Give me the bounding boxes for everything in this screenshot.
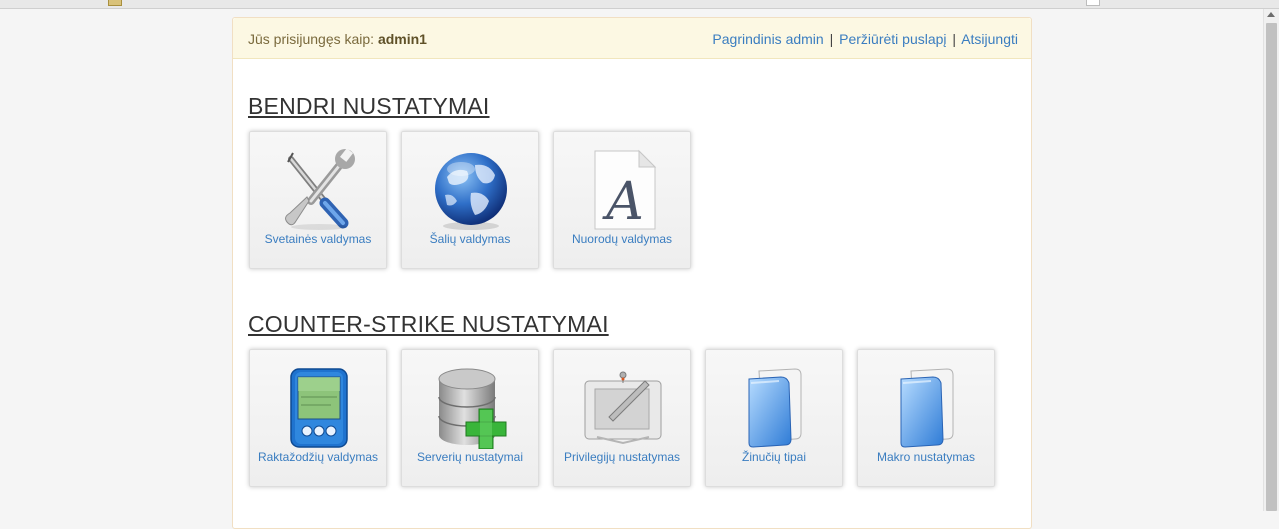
tile-label: Svetainės valdymas	[264, 232, 372, 246]
blue-folder-icon	[900, 368, 954, 448]
tile-label: Privilegijų nustatymas	[563, 450, 681, 464]
scrollbar-thumb[interactable]	[1266, 23, 1277, 511]
database-add-icon	[438, 368, 507, 449]
login-username: admin1	[377, 31, 427, 47]
browser-chrome-strip	[0, 0, 1279, 9]
link-separator: |	[952, 31, 957, 47]
login-bar: Jūs prisijungęs kaip: admin1 Pagrindinis…	[233, 18, 1031, 59]
logout-link[interactable]: Atsijungti	[961, 31, 1018, 47]
section-title-counter-strike: COUNTER-STRIKE NUSTATYMAI	[248, 311, 609, 337]
tile-label: Nuorodų valdymas	[571, 232, 673, 246]
main-admin-link[interactable]: Pagrindinis admin	[712, 31, 823, 47]
svg-text:A: A	[602, 172, 644, 231]
admin-panel: Jūs prisijungęs kaip: admin1 Pagrindinis…	[232, 17, 1032, 529]
tile-label: Serverių nustatymai	[416, 450, 524, 464]
tile-country-management[interactable]: Šalių valdymas	[401, 131, 539, 269]
tile-server-settings[interactable]: Serverių nustatymai	[401, 349, 539, 487]
tools-icon	[285, 149, 355, 230]
tile-links-management[interactable]: A Nuorodų valdymas	[553, 131, 691, 269]
extension-icon	[1086, 0, 1100, 6]
drawing-tablet-icon	[584, 371, 662, 445]
section-title-general: BENDRI NUSTATYMAI	[248, 93, 490, 119]
tile-label: Raktažodžių valdymas	[257, 450, 379, 464]
font-document-icon: A	[594, 149, 657, 231]
tile-privilege-settings[interactable]: Privilegijų nustatymas	[553, 349, 691, 487]
page-scrollbar[interactable]	[1263, 9, 1279, 511]
view-page-link[interactable]: Peržiūrėti puslapį	[839, 31, 946, 47]
bookmark-icon	[108, 0, 122, 6]
scroll-up-arrow-icon[interactable]	[1267, 12, 1275, 17]
tile-macro-settings[interactable]: Makro nustatymas	[857, 349, 995, 487]
login-status: Jūs prisijungęs kaip: admin1	[248, 31, 427, 47]
tile-label: Šalių valdymas	[429, 232, 511, 246]
tile-message-types[interactable]: Žinučių tipai	[705, 349, 843, 487]
tile-label: Žinučių tipai	[741, 450, 807, 464]
login-prefix: Jūs prisijungęs kaip:	[248, 31, 375, 47]
tile-keyword-management[interactable]: Raktažodžių valdymas	[249, 349, 387, 487]
globe-icon	[435, 153, 507, 230]
tile-label: Makro nustatymas	[876, 450, 976, 464]
tile-site-management[interactable]: Svetainės valdymas	[249, 131, 387, 269]
link-separator: |	[829, 31, 834, 47]
blue-folder-icon	[748, 368, 802, 448]
top-navigation: Pagrindinis admin | Peržiūrėti puslapį |…	[712, 31, 1018, 47]
pda-icon	[290, 368, 348, 448]
